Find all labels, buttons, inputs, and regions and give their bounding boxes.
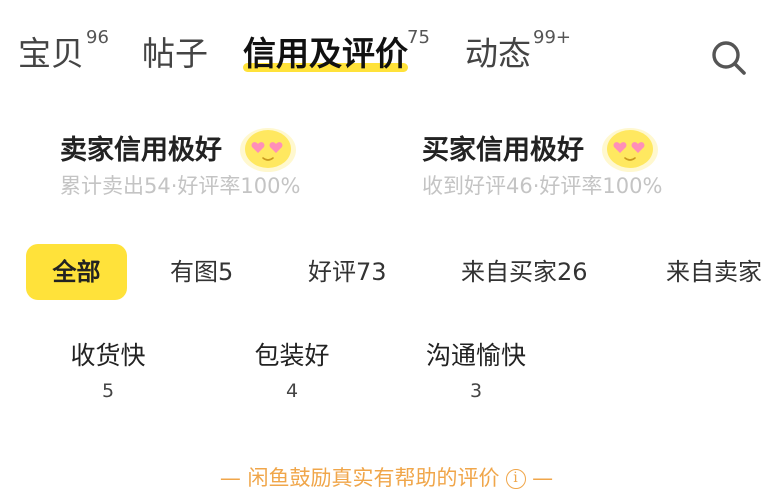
tab-posts-label: 帖子 <box>142 34 208 73</box>
tag-count: 4 <box>285 380 299 402</box>
tag-good-packaging[interactable]: 包装好 4 <box>253 340 331 404</box>
buyer-credit-card[interactable]: 买家信用极好 收到好评46·好评率100% <box>422 108 722 208</box>
tab-items[interactable]: 宝贝 96 <box>18 28 109 74</box>
tab-credit-reviews[interactable]: 信用及评价 75 <box>243 28 430 74</box>
seller-credit-card[interactable]: 卖家信用极好 累计卖出54·好评率100% <box>60 108 360 208</box>
filter-from-buyers[interactable]: 来自买家26 <box>461 252 588 292</box>
tab-activity[interactable]: 动态 99+ <box>465 28 571 74</box>
tab-activity-label: 动态 <box>465 34 531 73</box>
tab-items-label: 宝贝 <box>18 34 84 73</box>
heart-eyes-emoji-icon <box>602 128 658 172</box>
seller-credit-stats: 累计卖出54·好评率100% <box>60 174 301 198</box>
heart-eyes-emoji-icon <box>240 128 296 172</box>
tag-label: 包装好 <box>254 341 330 370</box>
tab-activity-count: 99+ <box>533 27 571 48</box>
tag-label: 沟通愉快 <box>425 341 526 370</box>
tag-count: 5 <box>101 380 115 402</box>
top-tab-bar: 宝贝 96 帖子 信用及评价 75 动态 99+ <box>0 0 773 100</box>
tab-credit-reviews-count: 75 <box>407 27 430 48</box>
tab-items-count: 96 <box>86 27 109 48</box>
review-guideline-note: — 闲鱼鼓励真实有帮助的评价 i — <box>0 462 773 492</box>
tag-pleasant-communication[interactable]: 沟通愉快 3 <box>424 340 528 404</box>
review-guideline-tail: — <box>525 466 554 490</box>
credit-review-page: 宝贝 96 帖子 信用及评价 75 动态 99+ 卖家信用极好 累计卖出54·好… <box>0 0 773 500</box>
tag-label: 收货快 <box>70 341 146 370</box>
filter-from-sellers[interactable]: 来自卖家 <box>666 252 762 292</box>
review-guideline-text: — 闲鱼鼓励真实有帮助的评价 <box>219 466 500 490</box>
search-icon[interactable] <box>709 38 749 78</box>
filter-positive[interactable]: 好评73 <box>308 252 387 292</box>
filter-all[interactable]: 全部 <box>26 244 127 300</box>
seller-credit-title: 卖家信用极好 <box>60 135 222 166</box>
tag-count: 3 <box>469 380 483 402</box>
tag-fast-delivery[interactable]: 收货快 5 <box>69 340 147 404</box>
info-icon[interactable]: i <box>505 469 526 489</box>
filter-with-photos[interactable]: 有图5 <box>170 252 233 292</box>
buyer-credit-stats: 收到好评46·好评率100% <box>422 174 663 198</box>
buyer-credit-title: 买家信用极好 <box>422 135 584 166</box>
tab-posts[interactable]: 帖子 <box>142 34 208 74</box>
tab-credit-reviews-label: 信用及评价 <box>243 34 408 73</box>
